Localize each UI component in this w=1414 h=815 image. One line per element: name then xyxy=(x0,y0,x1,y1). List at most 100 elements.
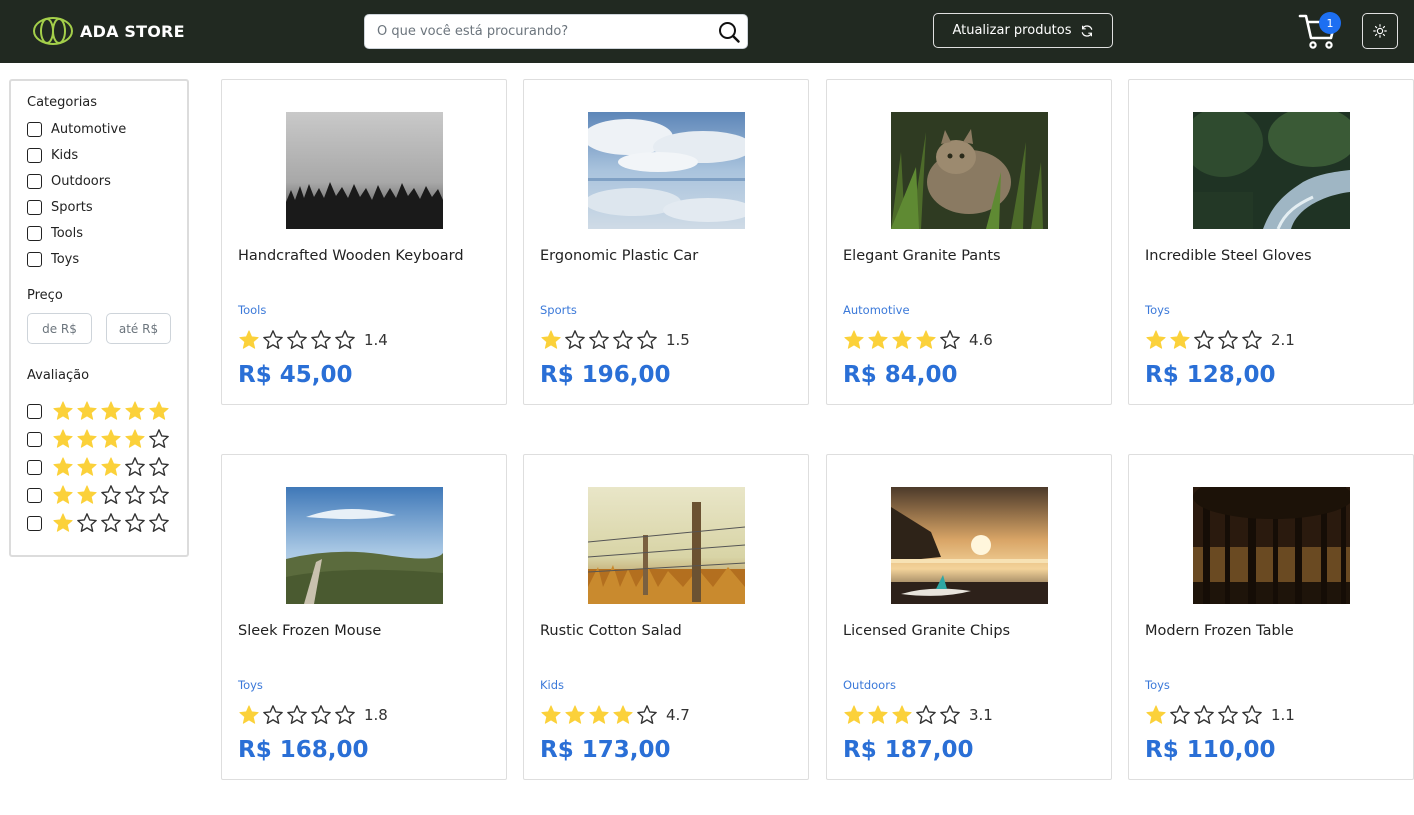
star-outline-icon xyxy=(1242,330,1262,349)
cloud-reflection-image xyxy=(588,112,745,229)
product-image[interactable] xyxy=(1193,487,1350,604)
star-filled-icon xyxy=(541,330,561,349)
product-card[interactable]: Rustic Cotton Salad Kids 4.7 R$ 173,00 xyxy=(523,454,809,780)
product-price: R$ 45,00 xyxy=(238,362,353,388)
product-name[interactable]: Ergonomic Plastic Car xyxy=(540,248,698,264)
rating-filter-5[interactable] xyxy=(27,397,171,425)
product-image[interactable] xyxy=(588,487,745,604)
product-rating: 4.6 xyxy=(843,329,993,351)
star-outline-icon xyxy=(940,705,960,724)
product-card[interactable]: Incredible Steel Gloves Toys 2.1 R$ 128,… xyxy=(1128,79,1414,405)
product-card[interactable]: Licensed Granite Chips Outdoors 3.1 R$ 1… xyxy=(826,454,1112,780)
product-name[interactable]: Incredible Steel Gloves xyxy=(1145,248,1312,264)
top-navbar: ADA STORE Atualizar produtos 1 xyxy=(0,0,1414,63)
category-checkbox[interactable] xyxy=(27,199,42,215)
product-name[interactable]: Licensed Granite Chips xyxy=(843,623,1010,639)
category-filter-kids[interactable]: Kids xyxy=(27,142,171,168)
product-name[interactable]: Rustic Cotton Salad xyxy=(540,623,682,639)
category-checkbox[interactable] xyxy=(27,147,42,163)
categories-title: Categorias xyxy=(27,95,98,110)
star-filled-icon xyxy=(77,457,97,476)
product-image[interactable] xyxy=(286,112,443,229)
category-filter-automotive[interactable]: Automotive xyxy=(27,116,171,142)
rating-checkbox[interactable] xyxy=(27,515,42,531)
product-card[interactable]: Elegant Granite Pants Automotive 4.6 R$ … xyxy=(826,79,1112,405)
product-image[interactable] xyxy=(286,487,443,604)
price-min-input[interactable] xyxy=(27,313,92,344)
category-checkbox[interactable] xyxy=(27,121,42,137)
category-checkbox[interactable] xyxy=(27,225,42,241)
star-outline-icon xyxy=(1218,705,1238,724)
star-outline-icon xyxy=(125,457,145,476)
rating-checkbox[interactable] xyxy=(27,431,42,447)
star-outline-icon xyxy=(613,330,633,349)
category-label: Outdoors xyxy=(51,173,111,189)
star-outline-icon xyxy=(263,705,283,724)
star-outline-icon xyxy=(77,513,97,532)
star-filled-icon xyxy=(53,513,73,532)
star-filled-icon xyxy=(565,705,585,724)
star-outline-icon xyxy=(1170,705,1190,724)
category-label: Sports xyxy=(51,199,93,215)
product-card[interactable]: Ergonomic Plastic Car Sports 1.5 R$ 196,… xyxy=(523,79,809,405)
brand-name: ADA STORE xyxy=(80,21,185,41)
product-name[interactable]: Modern Frozen Table xyxy=(1145,623,1294,639)
rating-checkbox[interactable] xyxy=(27,487,42,503)
category-filter-toys[interactable]: Toys xyxy=(27,246,171,272)
forest-stream-image xyxy=(1193,112,1350,229)
product-name[interactable]: Elegant Granite Pants xyxy=(843,248,1001,264)
brand-logo[interactable]: ADA STORE xyxy=(32,16,185,46)
product-image[interactable] xyxy=(891,112,1048,229)
rating-value: 1.4 xyxy=(364,331,388,349)
refresh-products-button[interactable]: Atualizar produtos xyxy=(933,13,1113,48)
rating-checkbox[interactable] xyxy=(27,403,42,419)
product-category: Sports xyxy=(540,303,577,317)
rating-filter-1[interactable] xyxy=(27,509,171,537)
rating-value: 1.1 xyxy=(1271,706,1295,724)
star-outline-icon xyxy=(101,485,121,504)
star-filled-icon xyxy=(1146,705,1166,724)
search-input[interactable] xyxy=(365,15,705,48)
star-filled-icon xyxy=(101,457,121,476)
star-outline-icon xyxy=(149,457,169,476)
rating-checkbox[interactable] xyxy=(27,459,42,475)
star-outline-icon xyxy=(916,705,936,724)
category-checkbox[interactable] xyxy=(27,173,42,189)
product-category: Toys xyxy=(1145,303,1170,317)
ada-logo-icon xyxy=(33,17,73,45)
star-rating xyxy=(52,484,172,506)
theme-toggle-button[interactable] xyxy=(1362,13,1398,49)
product-rating: 3.1 xyxy=(843,704,993,726)
rating-filter-2[interactable] xyxy=(27,481,171,509)
search-button[interactable] xyxy=(715,18,743,46)
price-max-input[interactable] xyxy=(106,313,171,344)
star-outline-icon xyxy=(637,705,657,724)
category-label: Automotive xyxy=(51,121,127,137)
product-image[interactable] xyxy=(1193,112,1350,229)
rating-filter-3[interactable] xyxy=(27,453,171,481)
rating-filter-4[interactable] xyxy=(27,425,171,453)
product-card[interactable]: Sleek Frozen Mouse Toys 1.8 R$ 168,00 xyxy=(221,454,507,780)
product-name[interactable]: Sleek Frozen Mouse xyxy=(238,623,381,639)
product-category: Tools xyxy=(238,303,267,317)
product-card[interactable]: Modern Frozen Table Toys 1.1 R$ 110,00 xyxy=(1128,454,1414,780)
star-outline-icon xyxy=(263,330,283,349)
category-label: Toys xyxy=(51,251,80,267)
category-filter-outdoors[interactable]: Outdoors xyxy=(27,168,171,194)
product-image[interactable] xyxy=(588,112,745,229)
star-outline-icon xyxy=(1194,705,1214,724)
product-price: R$ 187,00 xyxy=(843,737,974,763)
product-card[interactable]: Handcrafted Wooden Keyboard Tools 1.4 R$… xyxy=(221,79,507,405)
star-rating xyxy=(238,329,358,351)
product-category: Toys xyxy=(1145,678,1170,692)
product-category: Toys xyxy=(238,678,263,692)
product-category: Outdoors xyxy=(843,678,896,692)
star-rating xyxy=(540,329,660,351)
product-image[interactable] xyxy=(891,487,1048,604)
category-checkbox[interactable] xyxy=(27,251,42,267)
category-filter-tools[interactable]: Tools xyxy=(27,220,171,246)
sun-icon xyxy=(1373,24,1387,38)
product-name[interactable]: Handcrafted Wooden Keyboard xyxy=(238,248,464,264)
category-filter-sports[interactable]: Sports xyxy=(27,194,171,220)
product-price: R$ 173,00 xyxy=(540,737,671,763)
